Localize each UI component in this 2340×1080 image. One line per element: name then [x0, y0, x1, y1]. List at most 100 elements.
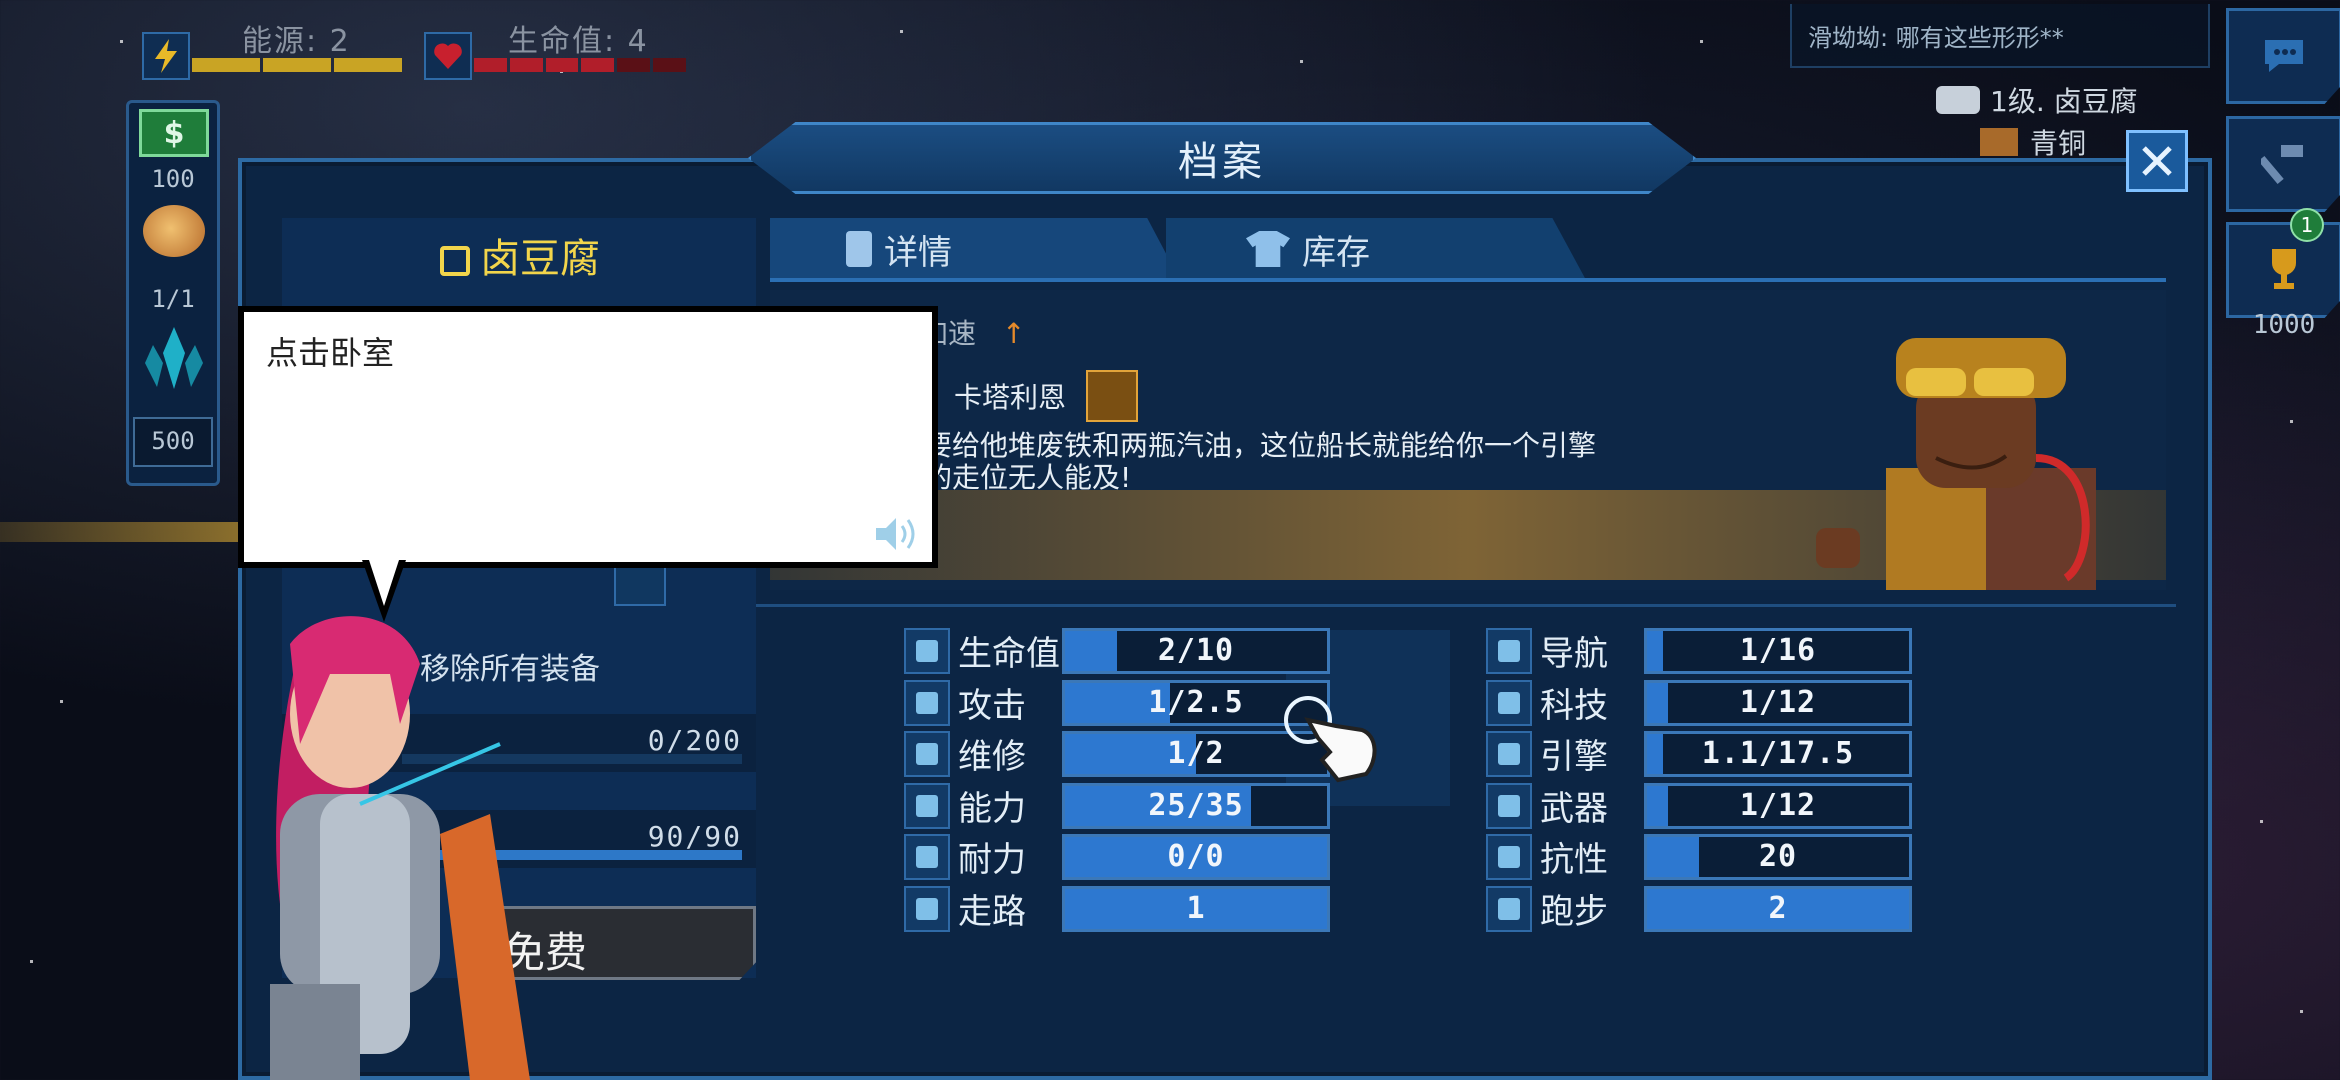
stat-bar: 1/12 [1644, 782, 1912, 829]
tab-underline [770, 278, 2166, 282]
stat-bar: 20 [1644, 834, 1912, 880]
heart-icon [424, 32, 472, 80]
stat-value: 1.1/17.5 [1701, 736, 1855, 771]
tutorial-bubble[interactable]: 点击卧室 [238, 306, 938, 568]
flask-icon [1486, 679, 1532, 726]
arrow-up-icon: ↑ [1002, 317, 1026, 350]
build-button[interactable] [2226, 116, 2340, 212]
crew-name-row: 卤豆腐 [280, 226, 760, 284]
money-value: 100 [151, 165, 195, 193]
heart-icon [904, 628, 950, 674]
stat-value: 25/35 [1148, 787, 1244, 823]
flame-icon [1486, 834, 1532, 880]
ship-level: 1级. 卤豆腐 [1936, 80, 2138, 120]
tab-details[interactable]: 详情 [770, 218, 1180, 280]
stat-value: 20 [1758, 839, 1798, 874]
tutorial-text: 点击卧室 [266, 334, 395, 372]
captain-name-row: 卡塔利恩 [954, 370, 1139, 422]
tab-inventory[interactable]: 库存 [1166, 218, 1586, 280]
run-icon [1486, 885, 1532, 932]
stat-label: 跑步 [1540, 891, 1608, 932]
stat-value: 2/10 [1157, 633, 1235, 668]
captain-name: 卡塔利恩 [954, 381, 1067, 414]
boot-icon [904, 834, 950, 880]
stat-value: 1/12 [1739, 787, 1817, 823]
chat-bubble-icon [2265, 40, 2303, 72]
hammer-icon [2261, 145, 2303, 185]
chat-message[interactable]: 滑坳坳: 哪有这些形形** [1790, 4, 2210, 68]
stat-value: 1/12 [1739, 684, 1817, 720]
lightning-icon [142, 32, 190, 80]
stat-label: 抗性 [1540, 840, 1608, 880]
stat-bar: 1/16 [1644, 628, 1912, 674]
stat-label: 武器 [1540, 788, 1608, 829]
crosshair-icon [1486, 782, 1532, 829]
stat-label: 科技 [1540, 685, 1608, 726]
speaker-icon[interactable] [872, 514, 920, 554]
tab-details-label: 详情 [884, 232, 952, 273]
stat-value: 2 [1768, 890, 1788, 926]
resource-column: $ 100 1/1 500 [126, 100, 220, 486]
stat-value: 0/0 [1167, 839, 1225, 874]
bubble-tail-inner [369, 560, 399, 606]
stat-label: 攻击 [958, 685, 1026, 726]
stat-label: 走路 [958, 891, 1026, 932]
unlock-icon[interactable] [440, 246, 470, 276]
fist-icon [1936, 86, 1980, 114]
ship-level-label: 1级. 卤豆腐 [1990, 85, 2138, 118]
hammer-icon [904, 731, 950, 777]
stat-bar: 0/0 [1062, 834, 1330, 880]
stat-label: 生命值 [958, 634, 1060, 674]
stat-label: 导航 [1540, 634, 1608, 674]
stat-label: 耐力 [958, 840, 1026, 880]
figure-icon [904, 782, 950, 829]
stat-label: 维修 [958, 737, 1026, 777]
stat-label: 引擎 [1540, 737, 1608, 777]
sword-icon [904, 679, 950, 726]
engine-badge-icon [1086, 370, 1139, 422]
life-label: 生命值: 4 [508, 24, 649, 59]
crew-stat-value-1: 0/200 [647, 724, 742, 757]
stat-value: 1/16 [1739, 633, 1817, 668]
navigation-icon [1486, 628, 1532, 674]
shirt-icon [1246, 231, 1290, 267]
captain-description-2: 的走位无人能及! [924, 461, 1132, 494]
trophy-score: 1000 [2252, 310, 2316, 340]
ship-rank: 青铜 [1980, 122, 2086, 162]
close-icon [2142, 146, 2172, 176]
walk-icon [904, 885, 950, 932]
light-streak [0, 522, 240, 542]
stat-label: 能力 [958, 788, 1026, 829]
tutorial-character [240, 604, 560, 1080]
trophy-icon [2272, 249, 2296, 289]
crew-name: 卤豆腐 [480, 236, 600, 282]
ship-rank-label: 青铜 [2030, 127, 2087, 160]
crew-stat-value-2: 90/90 [647, 820, 742, 853]
captain-card: 加速 ↑ 卡塔利恩 要给他堆废铁和两瓶汽油，这位船长就能给你一个引擎 的走位无人能… [770, 290, 2166, 590]
energy-bar [192, 58, 402, 72]
chat-button[interactable] [2226, 8, 2340, 104]
engine-icon [1486, 731, 1532, 777]
trophy-button[interactable] [2226, 222, 2340, 318]
captain-portrait [1736, 308, 2156, 590]
panel-title: 档案 [748, 122, 1696, 194]
stat-bar: 1 [1062, 885, 1330, 932]
dollar-icon[interactable]: $ [139, 109, 209, 157]
close-button[interactable] [2126, 130, 2188, 192]
crew-head-icon [143, 205, 205, 257]
stat-value: 1 [1186, 890, 1206, 926]
crystal-value: 500 [151, 427, 195, 455]
crystal-icon [139, 323, 209, 393]
stat-bar: 1/12 [1644, 679, 1912, 726]
stat-bar: 2 [1644, 885, 1912, 932]
energy-label: 能源: 2 [242, 24, 351, 59]
stats-divider [756, 604, 2176, 607]
tab-inventory-label: 库存 [1302, 232, 1370, 273]
bronze-icon [1980, 128, 2018, 156]
hand-pointer-icon [1278, 690, 1388, 790]
stat-bar: 2/10 [1062, 628, 1330, 674]
stat-bar: 1.1/17.5 [1644, 731, 1912, 777]
life-bar [474, 58, 686, 72]
trophy-badge: 1 [2290, 208, 2324, 242]
crew-count: 1/1 [151, 285, 195, 313]
